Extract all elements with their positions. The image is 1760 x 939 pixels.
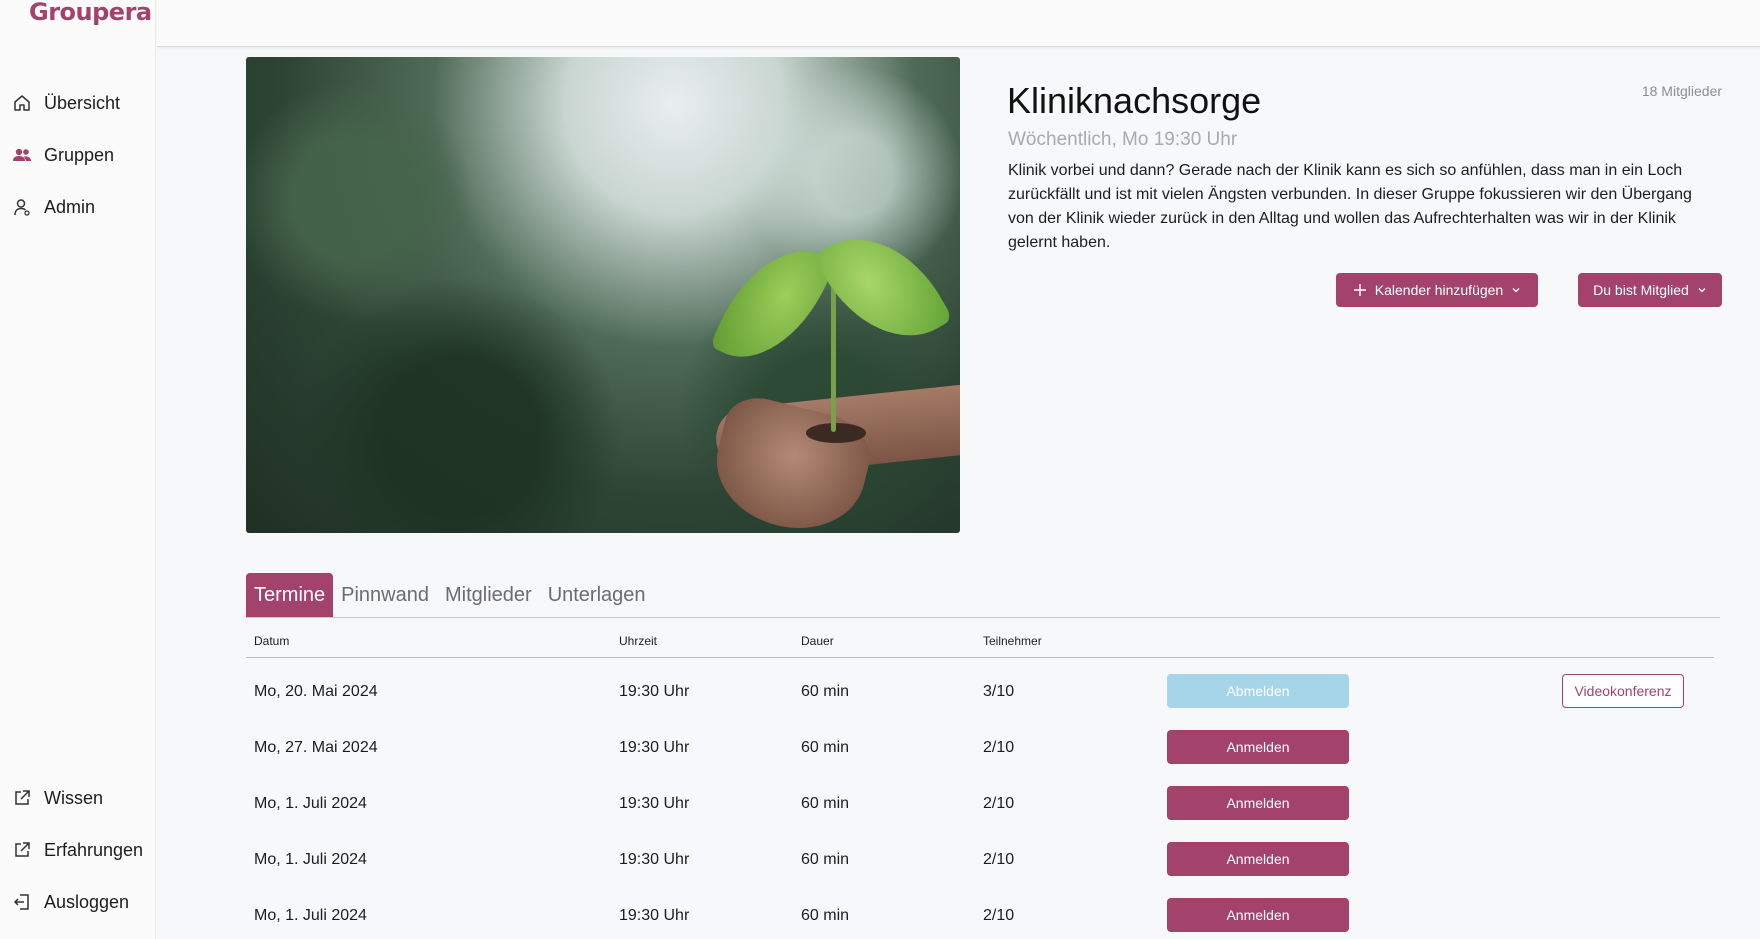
video-conference-button[interactable]: Videokonferenz [1562,674,1684,708]
row-participants: 2/10 [983,739,1015,756]
row-date: Mo, 1. Juli 2024 [254,907,367,924]
row-participants: 3/10 [983,683,1015,700]
home-icon [14,95,30,111]
sidebar-item-label: Übersicht [44,93,121,113]
column-header-date: Datum [254,634,290,648]
sidebar-item-groups[interactable]: Gruppen [0,135,156,175]
row-date: Mo, 20. Mai 2024 [254,683,378,700]
column-header-duration: Dauer [801,634,834,648]
row-time: 19:30 Uhr [619,683,690,700]
table-row: Mo, 1. Juli 2024 19:30 Uhr 60 min 2/10 A… [0,898,1760,939]
register-button[interactable]: Anmelden [1167,842,1349,876]
row-duration: 60 min [801,795,850,812]
table-row: Mo, 1. Juli 2024 19:30 Uhr 60 min 2/10 A… [0,786,1760,842]
divider [246,657,1714,658]
row-participants: 2/10 [983,907,1015,924]
members-count: 18 Mitglieder [1641,83,1722,99]
tab-termine[interactable]: Termine [246,573,334,618]
row-participants: 2/10 [983,795,1015,812]
plus-icon [1353,284,1366,296]
chevron-down-icon [1698,288,1706,293]
row-duration: 60 min [801,907,850,924]
app-logo[interactable]: Groupera [29,0,152,26]
add-calendar-label: Kalender hinzufügen [1374,282,1504,298]
divider [246,617,1720,618]
tab-pinnwand[interactable]: Pinnwand [333,573,437,618]
membership-button[interactable]: Du bist Mitglied [1578,273,1722,307]
sidebar-item-overview[interactable]: Übersicht [0,83,156,123]
users-icon [13,148,31,161]
group-description: Klinik vorbei und dann? Gerade nach der … [1008,162,1692,251]
register-button[interactable]: Anmelden [1167,730,1349,764]
sidebar-item-label: Admin [44,197,96,217]
row-duration: 60 min [801,683,850,700]
add-calendar-button[interactable]: Kalender hinzufügen [1336,273,1538,307]
unregister-button[interactable]: Abmelden [1167,674,1349,708]
row-time: 19:30 Uhr [619,907,690,924]
topbar [157,0,1760,47]
group-title: Kliniknachsorge [1007,80,1262,121]
image-soil [806,423,866,443]
row-date: Mo, 1. Juli 2024 [254,851,367,868]
sidebar-item-label: Gruppen [44,145,115,165]
row-duration: 60 min [801,851,850,868]
chevron-down-icon [1512,288,1520,293]
row-date: Mo, 27. Mai 2024 [254,739,378,756]
row-time: 19:30 Uhr [619,795,690,812]
tab-bar: Termine Pinnwand Mitglieder Unterlagen [246,573,654,618]
table-row: Mo, 27. Mai 2024 19:30 Uhr 60 min 2/10 A… [0,730,1760,786]
row-duration: 60 min [801,739,850,756]
tab-mitglieder[interactable]: Mitglieder [437,573,540,618]
row-time: 19:30 Uhr [619,851,690,868]
column-header-participants: Teilnehmer [983,634,1042,648]
group-schedule: Wöchentlich, Mo 19:30 Uhr [1008,129,1238,150]
membership-label: Du bist Mitglied [1593,282,1689,298]
column-header-time: Uhrzeit [619,634,658,648]
group-image [246,57,960,533]
row-participants: 2/10 [983,851,1015,868]
sidebar-item-admin[interactable]: Admin [0,187,156,227]
register-button[interactable]: Anmelden [1167,786,1349,820]
tab-unterlagen[interactable]: Unterlagen [540,573,654,618]
row-time: 19:30 Uhr [619,739,690,756]
user-icon [14,199,30,216]
register-button[interactable]: Anmelden [1167,898,1349,932]
table-row: Mo, 20. Mai 2024 19:30 Uhr 60 min 3/10 A… [0,674,1760,730]
table-row: Mo, 1. Juli 2024 19:30 Uhr 60 min 2/10 A… [0,842,1760,898]
row-date: Mo, 1. Juli 2024 [254,795,367,812]
